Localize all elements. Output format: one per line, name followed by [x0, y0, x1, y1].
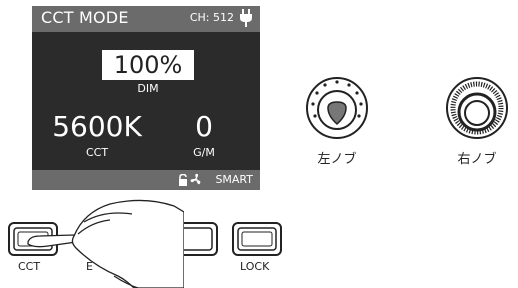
mode-title: CCT MODE [41, 8, 129, 27]
knob-ticked-icon [446, 77, 508, 139]
channel-indicator: CH: 512 [189, 11, 234, 24]
hand-icon [27, 199, 184, 288]
cct-value: 5600K [52, 110, 142, 143]
dim-label: DIM [137, 82, 159, 95]
screen-footer-bar: SMART [32, 170, 260, 190]
right-knob-label: 右ノブ [457, 152, 497, 167]
cct-label: CCT [85, 146, 109, 159]
smart-label: SMART [215, 173, 253, 186]
gm-label: G/M [193, 146, 215, 159]
screen-header-bar: CCT MODE CH: 512 [32, 6, 260, 32]
left-knob-label: 左ノブ [317, 152, 357, 167]
knob-dotted-icon [306, 77, 368, 139]
lcd-screen: CCT MODE CH: 512 100% DIM 5600K CCT 0 G/… [32, 6, 260, 190]
lock-button[interactable] [232, 222, 282, 256]
lock-button-label: LOCK [240, 260, 270, 273]
fan-icon [190, 173, 201, 185]
gm-value: 0 [195, 110, 213, 143]
plug-icon [240, 9, 252, 31]
lock-icon [179, 174, 187, 186]
dim-value: 100% [102, 50, 194, 80]
